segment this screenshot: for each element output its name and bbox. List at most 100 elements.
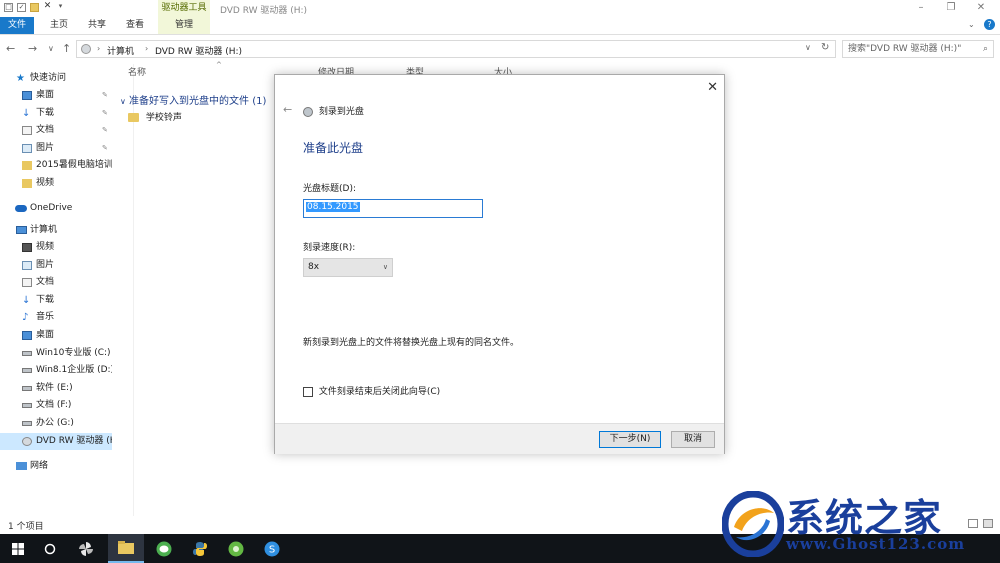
list-item[interactable]: 学校铃声 xyxy=(128,110,182,123)
back-arrow-icon[interactable]: ← xyxy=(6,42,15,55)
ribbon-expand-icon[interactable]: ⌄ xyxy=(968,20,975,29)
dialog-close-icon[interactable]: ✕ xyxy=(707,80,718,95)
help-icon[interactable]: ? xyxy=(984,19,995,30)
sidebar-item[interactable]: 视频 xyxy=(0,239,112,256)
close-wizard-checkbox[interactable]: 文件刻录结束后关闭此向导(C) xyxy=(303,384,440,397)
pin-icon[interactable]: ✎ xyxy=(102,122,108,139)
sidebar-item[interactable]: 桌面 xyxy=(0,327,112,344)
sidebar-item[interactable]: ♪ 音乐 xyxy=(0,309,112,326)
cortana-button[interactable] xyxy=(32,534,68,563)
sidebar-item-label: 文档 xyxy=(36,125,55,136)
navigation-pane: ★ 快速访问 桌面 ✎ ↓ 下载 ✎ 文档 ✎ 图片 ✎ 2015暑假电脑培训 视频 OneDriv… xyxy=(0,64,112,516)
download-icon: ↓ xyxy=(22,294,31,306)
recent-locations-icon[interactable]: ∨ xyxy=(48,44,54,53)
minimize-icon[interactable]: – xyxy=(906,0,936,17)
folder-icon xyxy=(22,179,32,188)
title-bar: □ ✓ ✕ ▾ 驱动器工具 DVD RW 驱动器 (H:) – ❐ ✕ xyxy=(0,0,1000,17)
desktop-icon xyxy=(22,91,32,100)
delete-icon[interactable]: ✕ xyxy=(43,2,52,12)
dialog-footer: 下一步(N) 取消 xyxy=(275,423,724,454)
sidebar-item[interactable]: ↓ 下载 xyxy=(0,292,112,309)
sidebar-item[interactable]: 2015暑假电脑培训 xyxy=(0,157,112,174)
disc-drive-icon xyxy=(22,436,32,446)
sidebar-item-label: 2015暑假电脑培训 xyxy=(36,160,112,171)
close-icon[interactable]: ✕ xyxy=(966,0,996,17)
watermark-logo-icon xyxy=(722,491,784,557)
sidebar-item[interactable]: 软件 (E:) xyxy=(0,380,112,397)
video-icon xyxy=(22,243,32,252)
taskbar-app-wechat[interactable] xyxy=(146,534,182,563)
folder-icon[interactable] xyxy=(30,3,39,12)
tab-file[interactable]: 文件 xyxy=(0,17,34,34)
burn-speed-select[interactable]: 8x ∨ xyxy=(303,258,393,277)
drive-icon xyxy=(22,368,32,374)
sidebar-item[interactable]: 文档 (F:) xyxy=(0,397,112,414)
collapse-chevron-icon[interactable]: ∨ xyxy=(120,97,126,106)
checkbox-box[interactable] xyxy=(303,386,313,397)
tab-home[interactable]: 主页 xyxy=(42,17,76,34)
sidebar-item[interactable]: 文档 xyxy=(0,274,112,291)
folder-icon xyxy=(128,113,139,122)
nav-network[interactable]: 网络 xyxy=(0,458,112,475)
taskbar-app-sogou[interactable]: S xyxy=(254,534,290,563)
chevron-down-icon: ∨ xyxy=(382,263,388,271)
address-box[interactable]: › 计算机 › DVD RW 驱动器 (H:) ∨ ↻ xyxy=(76,40,836,58)
forward-arrow-icon[interactable]: → xyxy=(28,42,37,55)
sidebar-item[interactable]: Win8.1企业版 (D:) xyxy=(0,362,112,379)
search-input[interactable]: 搜索"DVD RW 驱动器 (H:)" ⌕ xyxy=(842,40,994,58)
windows-logo-icon xyxy=(12,542,24,555)
document-icon xyxy=(22,126,32,136)
sidebar-item[interactable]: 办公 (G:) xyxy=(0,415,112,432)
pin-icon[interactable]: ✎ xyxy=(102,140,108,157)
taskbar-file-explorer[interactable] xyxy=(108,534,144,563)
sidebar-item[interactable]: 图片 ✎ xyxy=(0,140,112,157)
file-group-header[interactable]: ∨ 准备好写入到光盘中的文件 (1) xyxy=(120,92,266,107)
sidebar-item-label: 图片 xyxy=(36,142,55,153)
sidebar-item-label: 图片 xyxy=(36,259,55,270)
up-arrow-icon[interactable]: ↑ xyxy=(62,42,71,55)
taskbar-app-python[interactable] xyxy=(182,534,218,563)
breadcrumb-computer[interactable]: 计算机 xyxy=(107,44,134,57)
sidebar-item[interactable]: 图片 xyxy=(0,257,112,274)
start-button[interactable] xyxy=(0,534,36,563)
cancel-button[interactable]: 取消 xyxy=(671,431,715,448)
tab-manage[interactable]: 管理 xyxy=(158,17,210,34)
address-dropdown-icon[interactable]: ∨ xyxy=(805,43,811,52)
taskbar-app-browser[interactable] xyxy=(218,534,254,563)
pane-divider[interactable] xyxy=(133,64,134,516)
nav-quick-access[interactable]: ★ 快速访问 xyxy=(0,70,112,87)
sidebar-item[interactable]: ↓ 下载 ✎ xyxy=(0,105,112,122)
taskbar-app-pinwheel[interactable] xyxy=(68,534,104,563)
nav-computer[interactable]: 计算机 xyxy=(0,222,112,239)
refresh-icon[interactable]: ↻ xyxy=(821,42,829,53)
pin-icon[interactable]: ✎ xyxy=(102,87,108,104)
next-button[interactable]: 下一步(N) xyxy=(599,431,661,448)
breadcrumb-dvd-drive[interactable]: DVD RW 驱动器 (H:) xyxy=(155,44,242,57)
sidebar-item-label: 软件 (E:) xyxy=(36,382,73,393)
sidebar-item[interactable]: 视频 xyxy=(0,175,112,192)
sidebar-item-label: DVD RW 驱动器 (H:) xyxy=(36,435,112,446)
sidebar-item-label: 文档 (F:) xyxy=(36,400,72,411)
sidebar-item[interactable]: DVD RW 驱动器 (H:) xyxy=(0,432,112,450)
disc-title-input[interactable]: 08.15.2015 xyxy=(303,199,483,218)
nav-onedrive[interactable]: OneDrive xyxy=(0,200,112,217)
drive-icon xyxy=(22,385,32,391)
pin-icon[interactable]: ✎ xyxy=(102,105,108,122)
sidebar-item[interactable]: Win10专业版 (C:) xyxy=(0,345,112,362)
column-header-name[interactable]: 名称 xyxy=(128,64,146,82)
tab-view[interactable]: 查看 xyxy=(118,17,152,34)
sidebar-item[interactable]: 文档 ✎ xyxy=(0,122,112,139)
cloud-icon xyxy=(15,205,27,212)
checkmark-icon[interactable]: ✓ xyxy=(17,3,26,12)
dropdown-icon[interactable]: ▾ xyxy=(56,3,65,12)
sidebar-item[interactable]: 桌面 ✎ xyxy=(0,87,112,104)
dialog-header: 刻录到光盘 xyxy=(303,104,364,117)
dialog-back-arrow-icon[interactable]: ← xyxy=(283,103,292,116)
drive-icon xyxy=(22,403,32,409)
folder-icon xyxy=(22,161,32,171)
tab-share[interactable]: 共享 xyxy=(80,17,114,34)
restore-icon[interactable]: ❐ xyxy=(936,0,966,17)
pinwheel-icon xyxy=(79,541,93,556)
watermark: 系统之家 www.Ghost123.com xyxy=(722,487,998,559)
properties-icon[interactable]: □ xyxy=(4,3,13,12)
